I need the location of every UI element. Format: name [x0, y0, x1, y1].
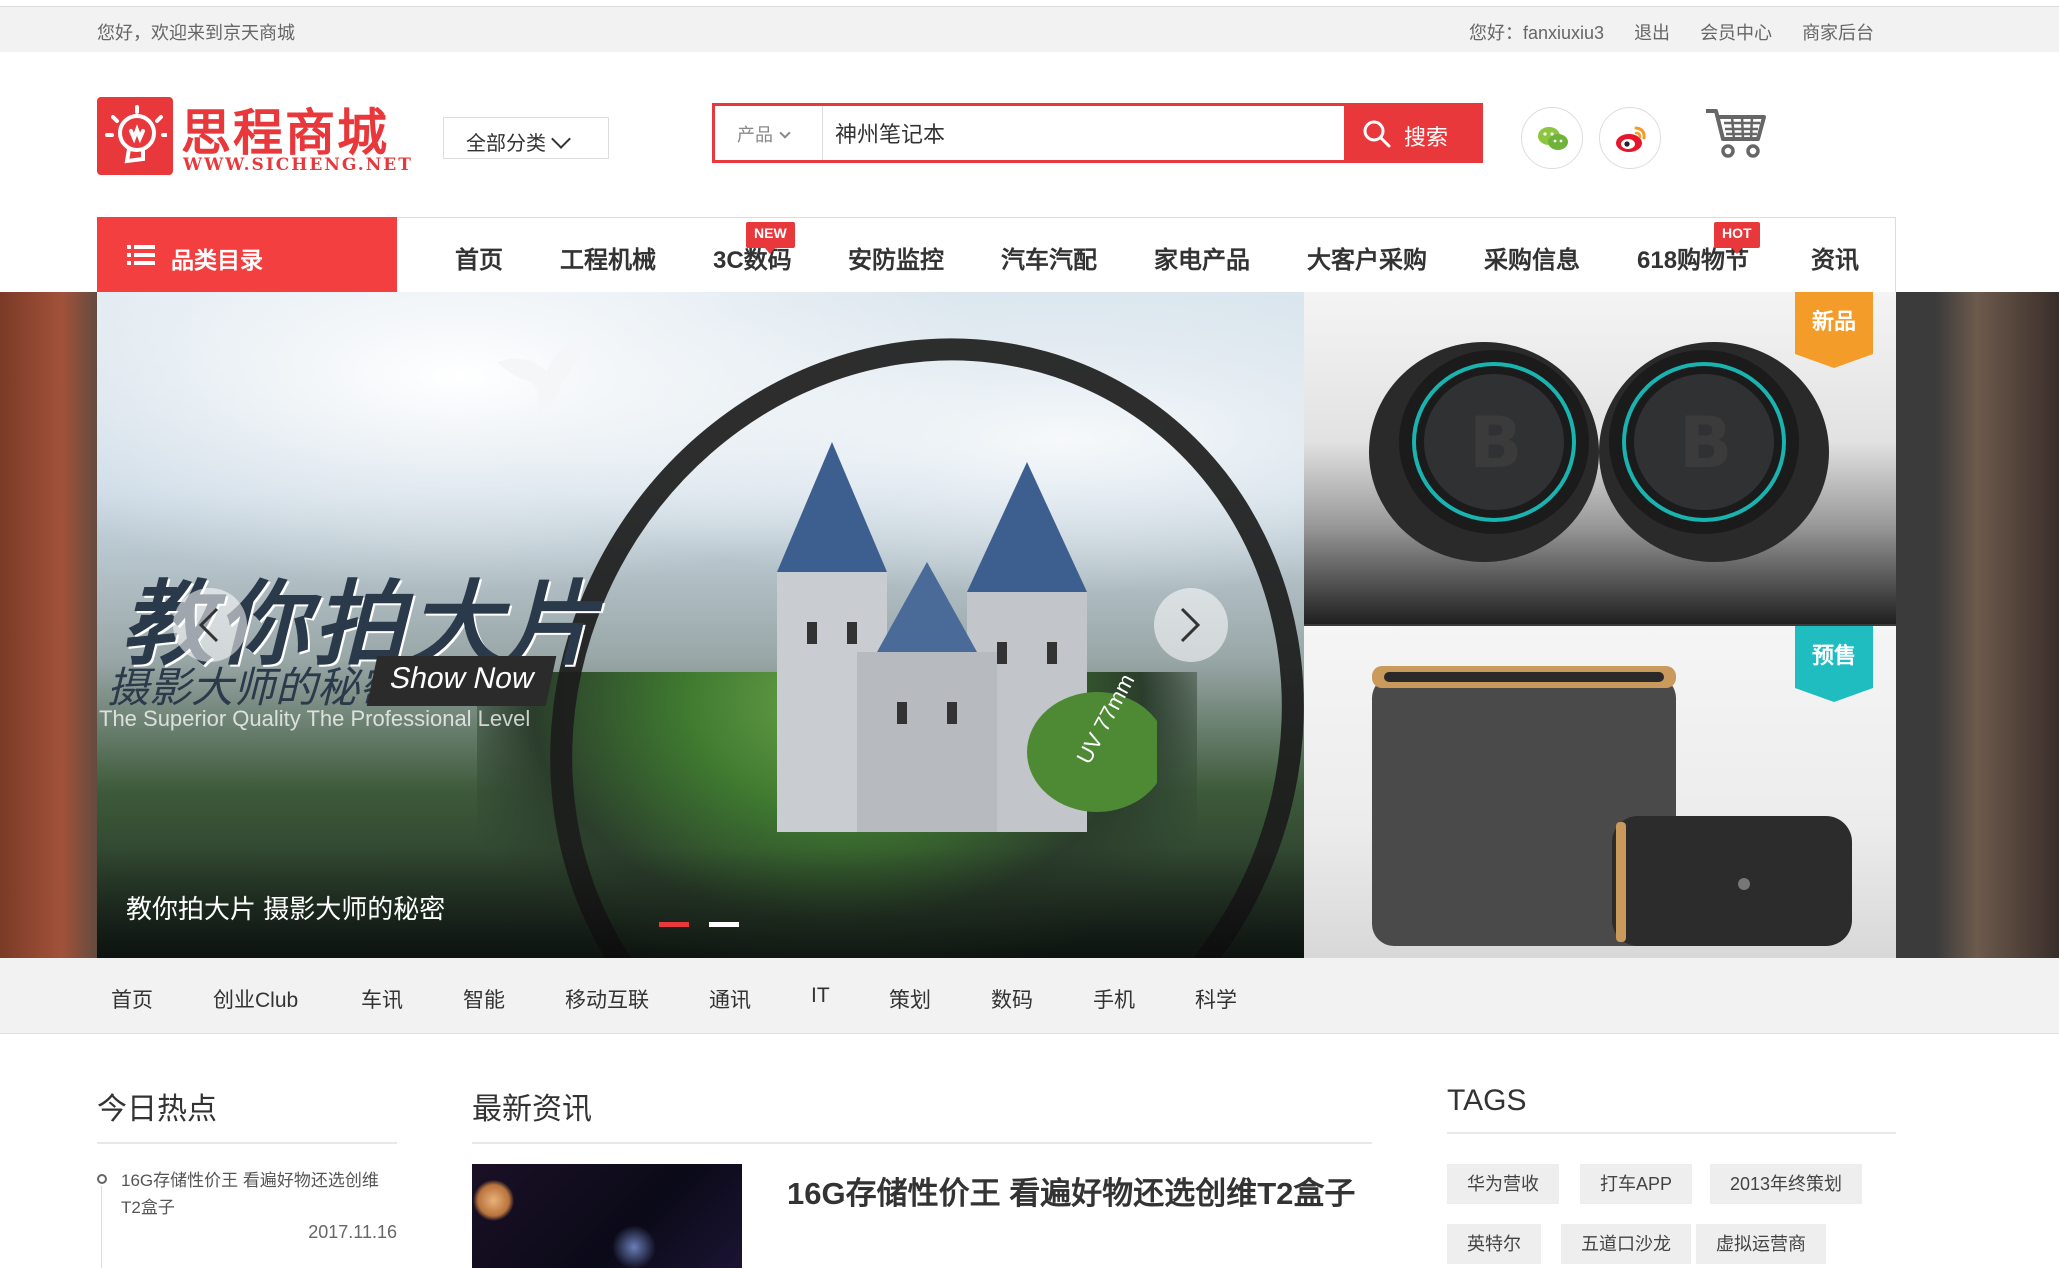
hot-item-text: 16G存储性价王 看遍好物还选创维T2盒子: [121, 1171, 379, 1217]
new-badge: NEW: [746, 222, 795, 254]
slider-dots: [659, 922, 739, 927]
logo-url: WWW.SICHENG.NET: [183, 155, 413, 175]
search-input[interactable]: [835, 114, 1335, 152]
member-center-link[interactable]: 会员中心: [1700, 19, 1772, 45]
welcome-text: 您好，欢迎来到京天商城: [97, 23, 295, 43]
weibo-button[interactable]: [1599, 107, 1661, 169]
all-categories-label: 全部分类: [466, 133, 546, 155]
news-subnav: 首页 创业Club 车讯 智能 移动互联 通讯 IT 策划 数码 手机 科学: [0, 958, 2059, 1034]
category-menu-button[interactable]: 品类目录: [97, 217, 397, 292]
promo-earbuds[interactable]: B B 新品: [1304, 292, 1896, 624]
nav-item-auto[interactable]: 汽车汽配: [1001, 240, 1097, 275]
show-now-button[interactable]: Show Now: [366, 656, 557, 706]
slider-prev-button[interactable]: [173, 588, 247, 662]
slider-dot-1[interactable]: [659, 922, 689, 927]
search-type-select[interactable]: 产品: [715, 106, 823, 160]
presale-ribbon: 预售: [1795, 626, 1873, 702]
subnav-item-telecom[interactable]: 通讯: [709, 984, 751, 1014]
news-item-title[interactable]: 16G存储性价王 看遍好物还选创维T2盒子: [787, 1168, 1355, 1213]
weibo-icon: [1616, 126, 1646, 152]
new-product-ribbon: 新品: [1795, 292, 1873, 368]
all-categories-dropdown[interactable]: 全部分类: [443, 117, 609, 159]
news-section-title: 最新资讯: [472, 1084, 1372, 1144]
nav-item-3c[interactable]: 3C数码 NEW: [713, 222, 795, 275]
shopping-cart-icon[interactable]: [1704, 105, 1768, 166]
svg-text:B: B: [1679, 402, 1732, 484]
subnav-item-auto[interactable]: 车讯: [361, 984, 403, 1014]
subnav-item-phone[interactable]: 手机: [1093, 984, 1135, 1014]
nav-item-engineering[interactable]: 工程机械: [560, 240, 656, 275]
chevron-left-icon: [198, 607, 219, 643]
subnav-item-home[interactable]: 首页: [111, 984, 153, 1014]
search-button[interactable]: 搜索: [1344, 106, 1480, 160]
site-logo[interactable]: 思程商城 WWW.SICHENG.NET: [97, 97, 411, 177]
nav-item-appliances[interactable]: 家电产品: [1154, 240, 1250, 275]
timeline-dot: [97, 1174, 107, 1184]
chevron-right-icon: [1180, 607, 1201, 643]
banner-caption: 教你拍大片 摄影大师的秘密: [126, 894, 446, 924]
merchant-backend-link[interactable]: 商家后台: [1802, 19, 1874, 45]
subnav-item-science[interactable]: 科学: [1195, 984, 1237, 1014]
nav-item-3c-label: 3C数码: [713, 247, 792, 274]
nav-item-procurement[interactable]: 采购信息: [1484, 240, 1580, 275]
timeline-line: [101, 1186, 102, 1268]
subnav-item-planning[interactable]: 策划: [889, 984, 931, 1014]
dove-icon: [497, 332, 597, 417]
logo-bulb-icon: [97, 97, 173, 175]
category-menu-label: 品类目录: [171, 247, 263, 273]
slider-next-button[interactable]: [1154, 588, 1228, 662]
wechat-button[interactable]: [1521, 107, 1583, 169]
subnav-item-smart[interactable]: 智能: [463, 984, 505, 1014]
subnav-item-club[interactable]: 创业Club: [213, 984, 298, 1014]
chevron-down-icon: [779, 127, 791, 139]
nav-item-security[interactable]: 安防监控: [848, 240, 944, 275]
tag-chip[interactable]: 打车APP: [1580, 1164, 1693, 1204]
subnav-item-it[interactable]: IT: [811, 984, 830, 1008]
chevron-down-icon: [551, 129, 571, 149]
promo-speaker[interactable]: 预售: [1304, 626, 1896, 958]
svg-text:B: B: [1469, 402, 1522, 484]
search-bar: 产品 搜索: [712, 103, 1483, 163]
list-icon: [127, 245, 155, 265]
hot-item-date: 2017.11.16: [308, 1222, 397, 1242]
subnav-item-mobile[interactable]: 移动互联: [565, 984, 649, 1014]
nav-item-618[interactable]: 618购物节 HOT: [1637, 222, 1760, 275]
top-links: 您好：fanxiuxiu3 退出 会员中心 商家后台: [1469, 19, 1874, 45]
logout-link[interactable]: 退出: [1634, 19, 1670, 45]
subnav-item-digital[interactable]: 数码: [991, 984, 1033, 1014]
hot-section-title: 今日热点: [97, 1084, 397, 1144]
banner-slider[interactable]: 教你拍大片 摄影大师的秘密 Show Now The Superior Qual…: [97, 292, 1304, 958]
main-nav: 首页 工程机械 3C数码 NEW 安防监控 汽车汽配 家电产品 大客户采购 采购…: [397, 217, 1896, 292]
top-bar: 您好，欢迎来到京天商城 您好：fanxiuxiu3 退出 会员中心 商家后台: [0, 6, 2059, 52]
search-icon: [1363, 120, 1391, 148]
nav-item-home[interactable]: 首页: [455, 240, 503, 275]
nav-item-enterprise[interactable]: 大客户采购: [1307, 240, 1427, 275]
tags-section-title: TAGS: [1447, 1084, 1896, 1134]
tag-chip[interactable]: 华为营收: [1447, 1164, 1559, 1204]
news-thumbnail[interactable]: [472, 1164, 742, 1268]
tag-chip[interactable]: 五道口沙龙: [1561, 1224, 1691, 1264]
nav-item-news[interactable]: 资讯: [1811, 240, 1859, 275]
search-button-label: 搜索: [1404, 125, 1449, 150]
banner-tagline: The Superior Quality The Professional Le…: [99, 706, 531, 731]
search-type-label: 产品: [737, 125, 773, 145]
hot-badge: HOT: [1714, 222, 1760, 254]
tag-chip[interactable]: 虚拟运营商: [1696, 1224, 1826, 1264]
user-greeting[interactable]: 您好：fanxiuxiu3: [1469, 19, 1604, 45]
tag-chip[interactable]: 2013年终策划: [1710, 1164, 1863, 1204]
wechat-icon: [1538, 127, 1568, 150]
slider-dot-2[interactable]: [709, 922, 739, 927]
tag-chip[interactable]: 英特尔: [1447, 1224, 1541, 1264]
